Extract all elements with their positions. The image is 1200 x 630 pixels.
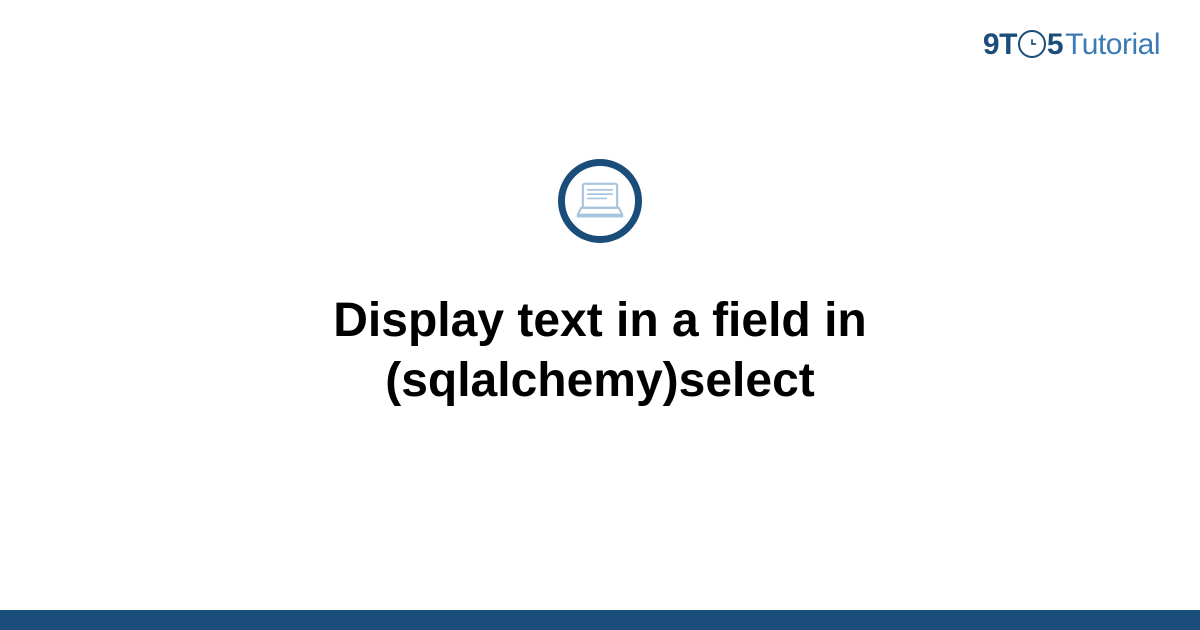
laptop-icon <box>558 159 642 243</box>
footer-divider <box>0 610 1200 630</box>
page-title: Display text in a field in (sqlalchemy)s… <box>150 291 1050 411</box>
main-content: Display text in a field in (sqlalchemy)s… <box>0 0 1200 630</box>
